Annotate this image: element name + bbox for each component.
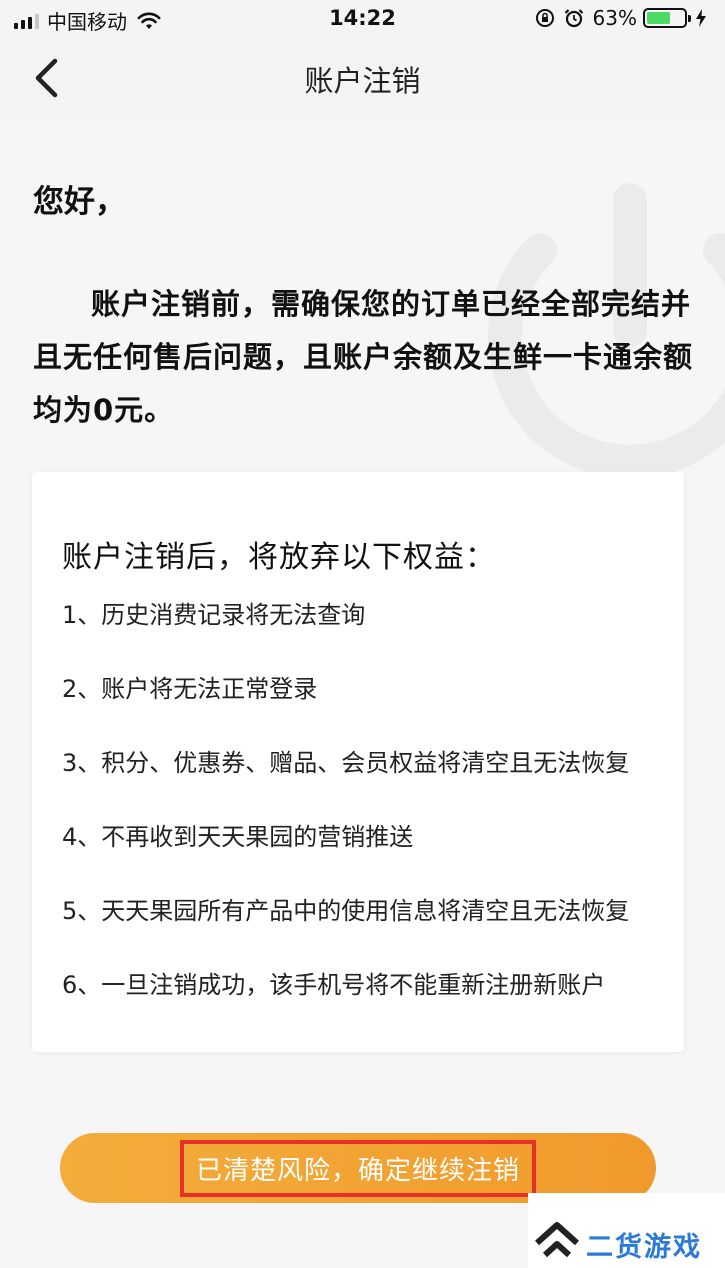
charging-icon <box>696 9 706 27</box>
nav-bar: 账户注销 <box>0 38 725 120</box>
site-watermark: 二货游戏园 <box>528 1193 725 1268</box>
confirm-deactivate-label: 已清楚风险，确定继续注销 <box>195 1155 520 1186</box>
rights-list-item: 3、积分、优惠券、赠品、会员权益将清空且无法恢复 <box>62 749 630 777</box>
rights-list-item: 1、历史消费记录将无法查询 <box>62 601 366 629</box>
rights-list-item: 5、天天果园所有产品中的使用信息将清空且无法恢复 <box>62 897 630 925</box>
page-title: 账户注销 <box>304 64 421 98</box>
battery-icon <box>643 8 691 28</box>
rights-list-item: 4、不再收到天天果园的营销推送 <box>62 823 414 851</box>
status-right: 63% <box>535 6 707 30</box>
alarm-icon <box>564 9 583 28</box>
watermark-text: 二货游戏园 <box>586 1232 702 1263</box>
rights-list-item: 6、一旦注销成功，该手机号将不能重新注册新账户 <box>62 971 606 999</box>
rights-list-item: 2、账户将无法正常登录 <box>62 675 318 703</box>
intro-text: 账户注销前，需确保您的订单已经全部完结并且无任何售后问题，且账户余额及生鲜一卡通… <box>33 287 694 427</box>
watermark-logo-icon <box>534 1222 580 1258</box>
greeting-text: 您好， <box>33 184 126 220</box>
battery-percent: 63% <box>592 6 637 30</box>
rights-list: 1、历史消费记录将无法查询 2、账户将无法正常登录 3、积分、优惠券、赠品、会员… <box>62 598 629 1042</box>
content-area: 您好， 账户注销前，需确保您的订单已经全部完结并且无任何售后问题，且账户余额及生… <box>0 120 725 1268</box>
orientation-lock-icon <box>535 9 554 27</box>
battery-level <box>647 12 670 24</box>
rights-card-title: 账户注销后，将放弃以下权益： <box>62 540 496 575</box>
highlight-box: 已清楚风险，确定继续注销 <box>179 1139 536 1197</box>
rights-card: 账户注销后，将放弃以下权益： 1、历史消费记录将无法查询 2、账户将无法正常登录… <box>32 472 684 1052</box>
status-bar: 中国移动 14:22 63% <box>0 0 725 38</box>
